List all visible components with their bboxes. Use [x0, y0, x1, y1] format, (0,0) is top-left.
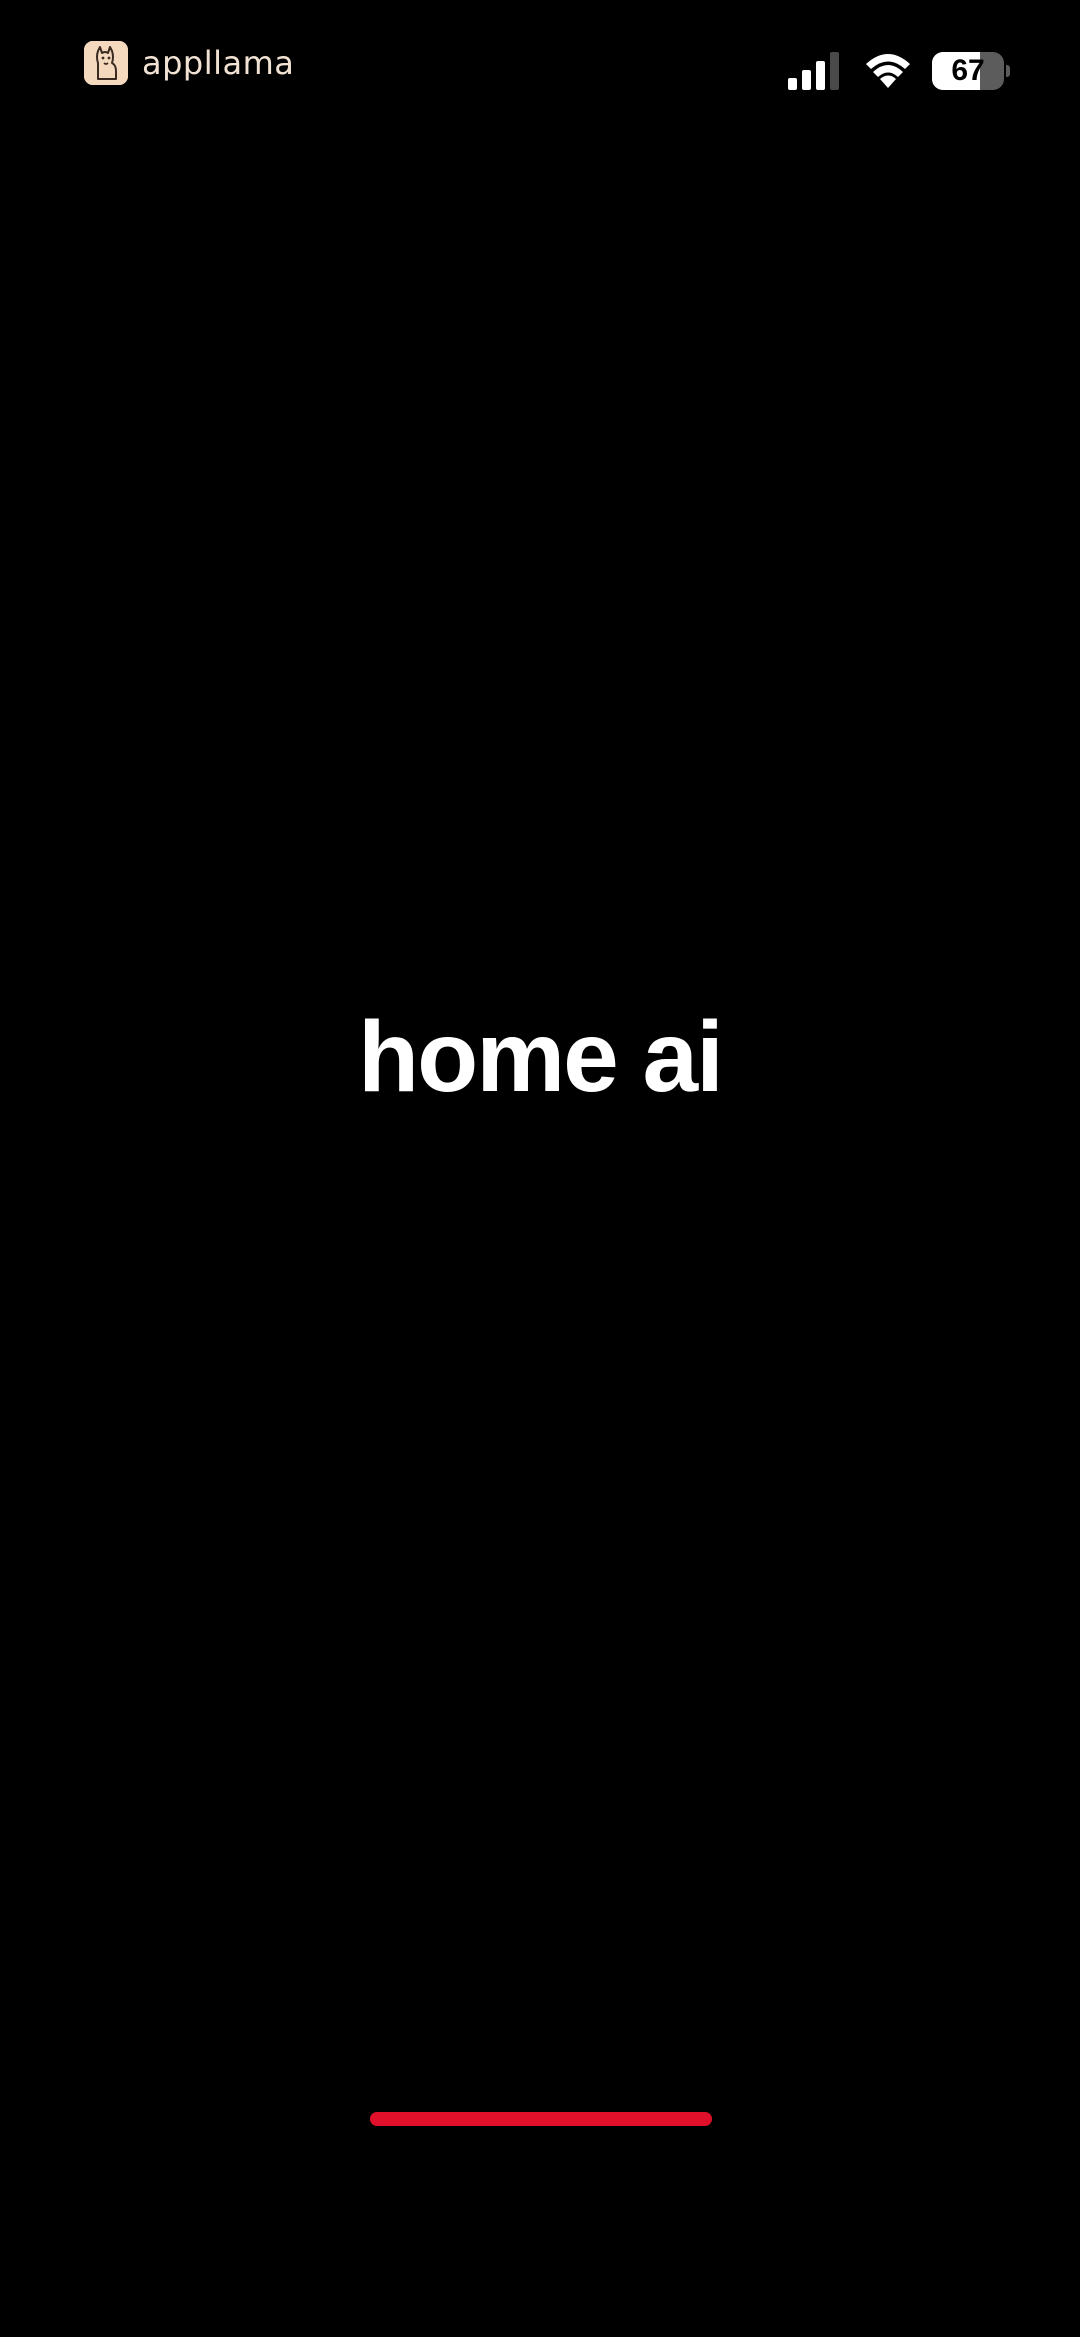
- battery-indicator: 67: [932, 52, 1010, 90]
- app-title: home ai: [358, 1001, 724, 1113]
- app-screen: appllama 67 home ai: [0, 0, 1080, 2337]
- brand: appllama: [84, 40, 294, 86]
- battery-body: 67: [932, 52, 1004, 90]
- battery-cap: [1006, 65, 1010, 77]
- brand-name: appllama: [142, 44, 295, 82]
- battery-level: 67: [951, 54, 985, 87]
- home-indicator[interactable]: [370, 2112, 712, 2126]
- status-indicators: 67: [788, 48, 1010, 94]
- status-bar: appllama 67: [0, 0, 1080, 140]
- llama-icon: [84, 41, 128, 85]
- wifi-icon: [866, 54, 910, 88]
- cellular-signal-icon: [788, 52, 839, 90]
